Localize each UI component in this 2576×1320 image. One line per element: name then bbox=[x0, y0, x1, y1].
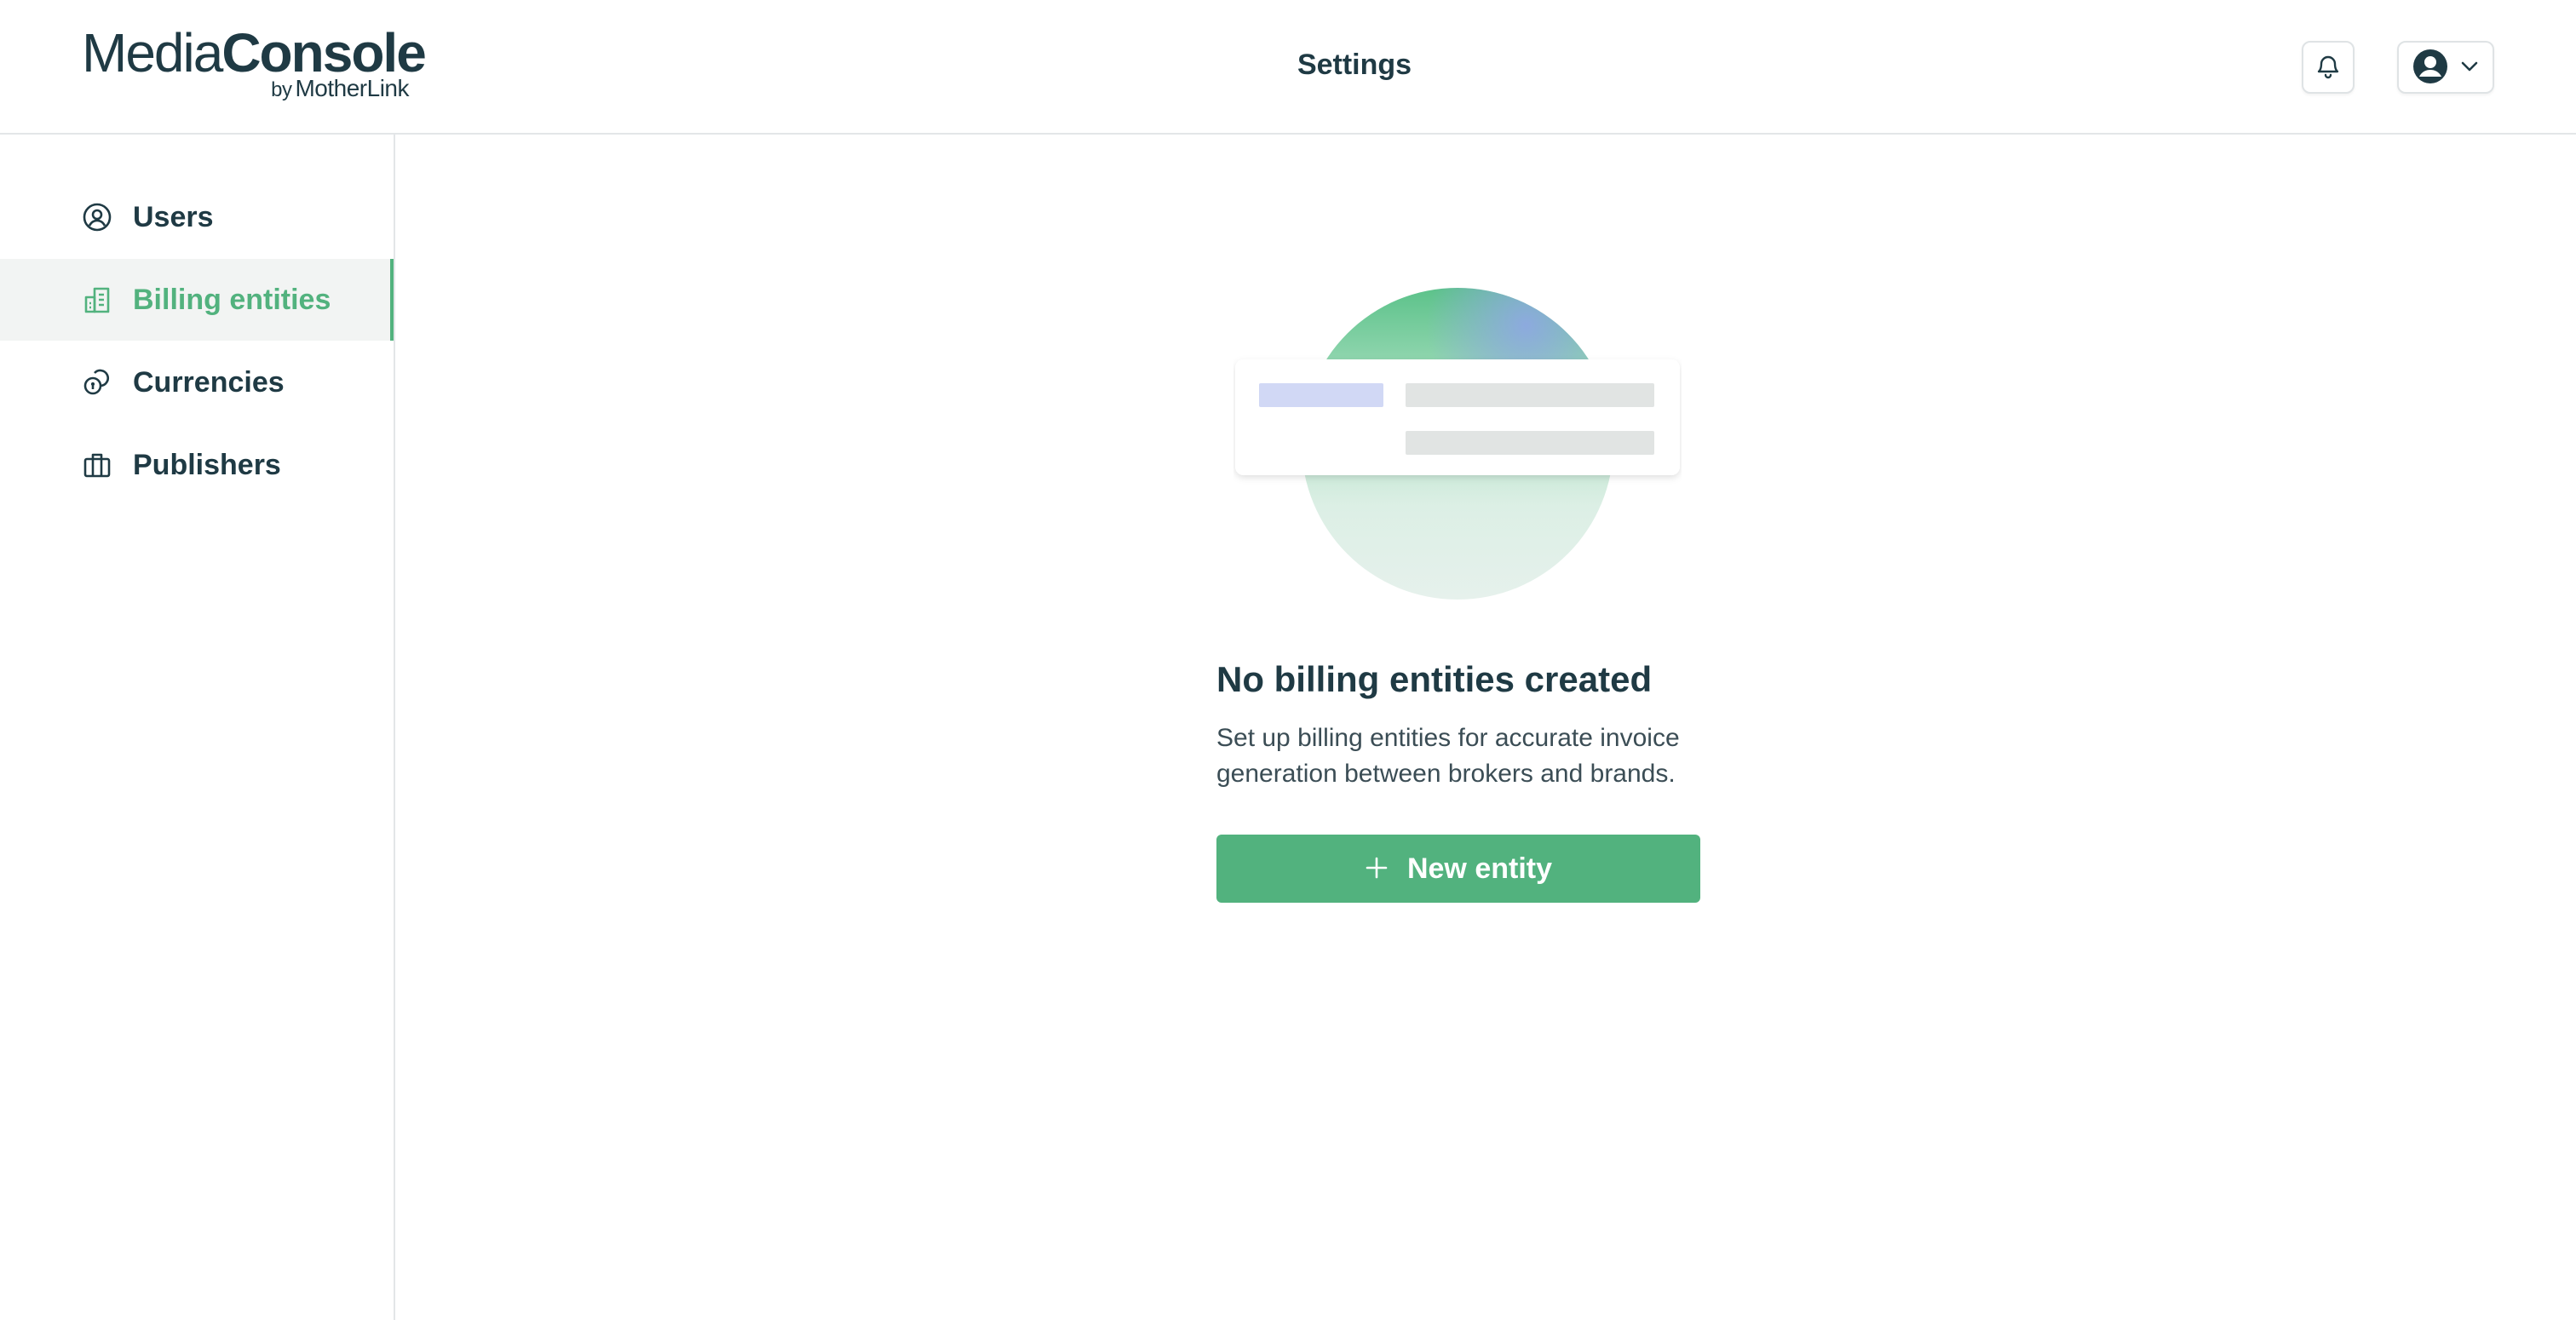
sidebar-item-label: Publishers bbox=[133, 449, 281, 481]
building-icon bbox=[82, 284, 112, 315]
user-circle-icon bbox=[82, 202, 112, 232]
new-entity-button[interactable]: New entity bbox=[1216, 835, 1700, 903]
sidebar-item-publishers[interactable]: Publishers bbox=[0, 424, 394, 506]
sidebar-item-label: Billing entities bbox=[133, 284, 331, 316]
logo-company-text: MotherLink bbox=[295, 75, 409, 101]
bell-icon bbox=[2314, 52, 2342, 83]
briefcase-icon bbox=[82, 450, 112, 480]
sidebar-item-label: Currencies bbox=[133, 366, 285, 399]
app-logo[interactable]: MediaConsole by MotherLink bbox=[82, 24, 427, 106]
settings-sidebar: Users Billing entities Currencies Publis… bbox=[0, 135, 395, 1320]
top-header: MediaConsole by MotherLink Settings bbox=[0, 0, 2576, 135]
user-menu-button[interactable] bbox=[2397, 41, 2494, 94]
user-circle-icon bbox=[2412, 49, 2448, 87]
notifications-button[interactable] bbox=[2302, 41, 2355, 94]
plus-icon bbox=[1365, 856, 1389, 882]
logo-text-light: Media bbox=[82, 22, 223, 83]
sidebar-item-currencies[interactable]: Currencies bbox=[0, 341, 394, 423]
page-title: Settings bbox=[1297, 49, 1412, 81]
new-entity-button-label: New entity bbox=[1406, 852, 1553, 885]
logo-by-text: by bbox=[271, 78, 292, 101]
logo-wordmark: MediaConsole bbox=[82, 22, 427, 83]
sidebar-item-label: Users bbox=[133, 201, 214, 233]
chevron-down-icon bbox=[2460, 60, 2479, 75]
sidebar-item-users[interactable]: Users bbox=[0, 176, 394, 258]
sidebar-item-billing-entities[interactable]: Billing entities bbox=[0, 259, 394, 341]
empty-state-description: Set up billing entities for accurate inv… bbox=[1216, 724, 1680, 788]
empty-state-title: No billing entities created bbox=[1216, 659, 1653, 699]
logo-byline: by MotherLink bbox=[271, 75, 409, 104]
empty-state-illustration bbox=[1233, 286, 1682, 601]
coins-icon bbox=[82, 367, 112, 398]
